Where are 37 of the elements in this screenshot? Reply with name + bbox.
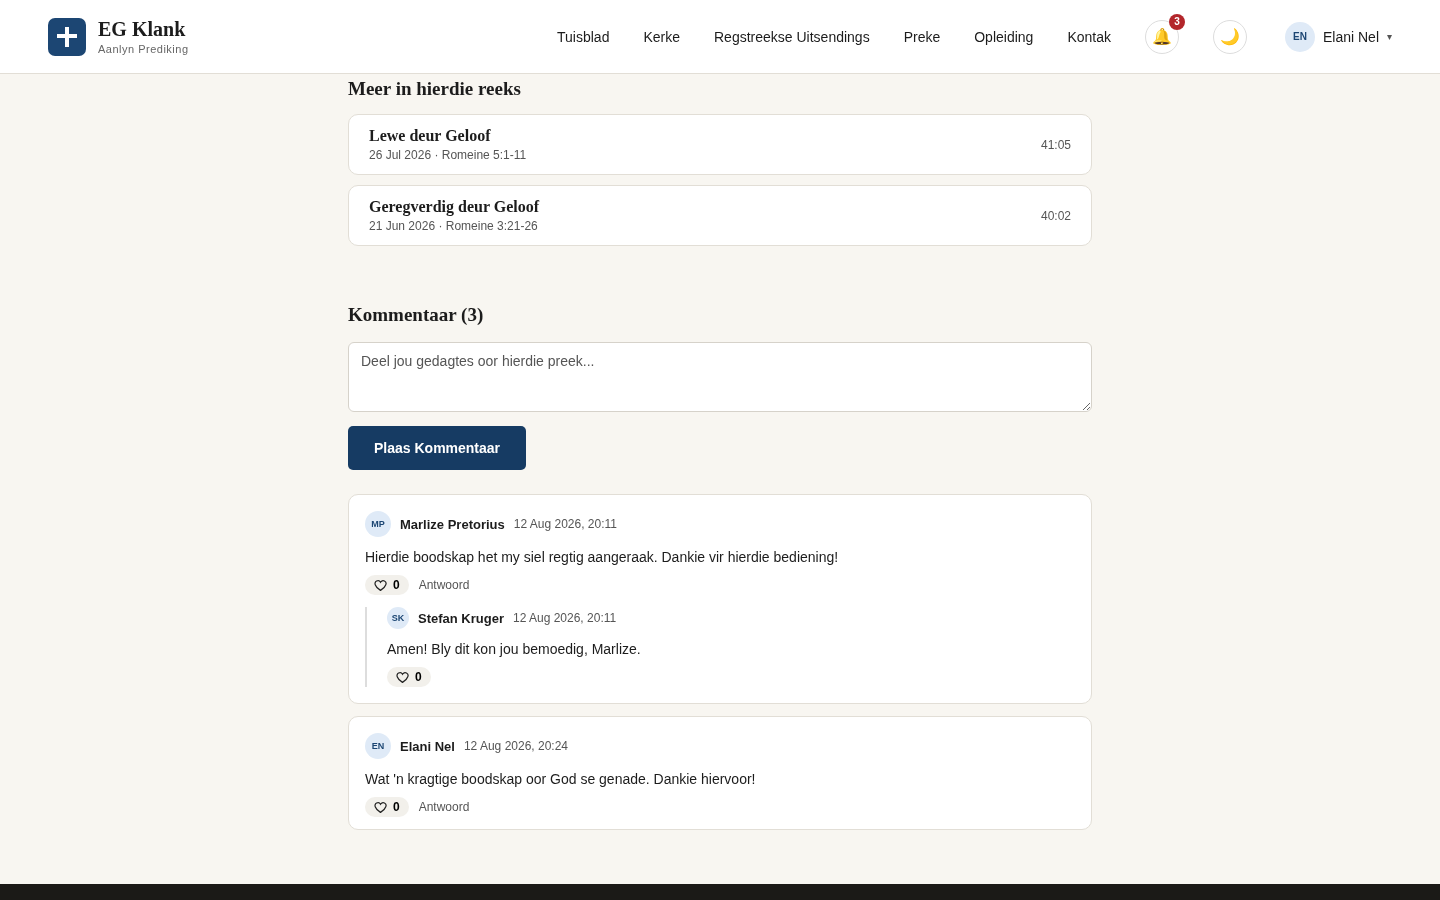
comment-author: Marlize Pretorius: [400, 516, 505, 532]
nav-link[interactable]: Kerke: [643, 28, 680, 45]
comment-author: Elani Nel: [400, 738, 455, 754]
reply-link[interactable]: Antwoord: [418, 800, 470, 814]
brand-title: EG Klank: [98, 18, 187, 41]
like-button[interactable]: 0: [387, 667, 431, 687]
user-avatar: EN: [365, 733, 391, 759]
nav-link[interactable]: Regstreekse Uitsendings: [714, 28, 870, 45]
comment-text: Hierdie boodskap het my siel regtig aangeraak. Dankie vir hierdie bediening!: [365, 549, 840, 565]
nav-link[interactable]: Tuisblad: [557, 28, 610, 45]
sermon-card[interactable]: Lewe deur Geloof 26 Jul 2026 · Romeine 5:1-11 41:05: [348, 114, 1092, 175]
like-button[interactable]: 0: [365, 797, 409, 817]
comment-time: 12 Aug 2026, 20:11: [512, 611, 617, 625]
heart-icon: [374, 800, 387, 814]
comment-text: Amen! Bly dit kon jou bemoedig, Marlize.: [387, 641, 642, 657]
user-avatar: SK: [387, 607, 409, 629]
user-avatar: MP: [365, 511, 391, 537]
section-title: Kommentaar (3): [348, 304, 485, 326]
like-button[interactable]: 0: [365, 575, 409, 595]
reply-link[interactable]: Antwoord: [418, 578, 470, 592]
brand-subtitle: Aanlyn Prediking: [98, 43, 189, 55]
notification-count: 3: [1168, 13, 1185, 30]
sermon-card[interactable]: Geregverdig deur Geloof 21 Jun 2026 · Romeine 3:21-26 40:02: [348, 185, 1092, 246]
comment-field[interactable]: Deel jou gedagtes oor hierdie preek...: [348, 342, 1092, 412]
heart-icon: [396, 670, 409, 684]
comment-time: 12 Aug 2026, 20:11: [513, 517, 617, 531]
user-menu-button[interactable]: EN Elani Nel ▾: [1284, 21, 1392, 52]
nav-link[interactable]: Kontak: [1067, 28, 1111, 45]
section-title: Meer in hierdie reeks: [348, 78, 522, 100]
heart-icon: [374, 578, 387, 592]
nav-link[interactable]: Preke: [903, 28, 941, 45]
comment-time: 12 Aug 2026, 20:24: [463, 739, 569, 753]
cross-logo-icon[interactable]: [48, 17, 86, 56]
nav-link[interactable]: Opleiding: [974, 28, 1034, 45]
comment-text: Wat 'n kragtige boodskap oor God se genade. Dankie hiervoor!: [365, 771, 757, 787]
comment-author: Stefan Kruger: [418, 610, 504, 626]
submit-comment-button[interactable]: Plaas Kommentaar: [348, 426, 527, 470]
